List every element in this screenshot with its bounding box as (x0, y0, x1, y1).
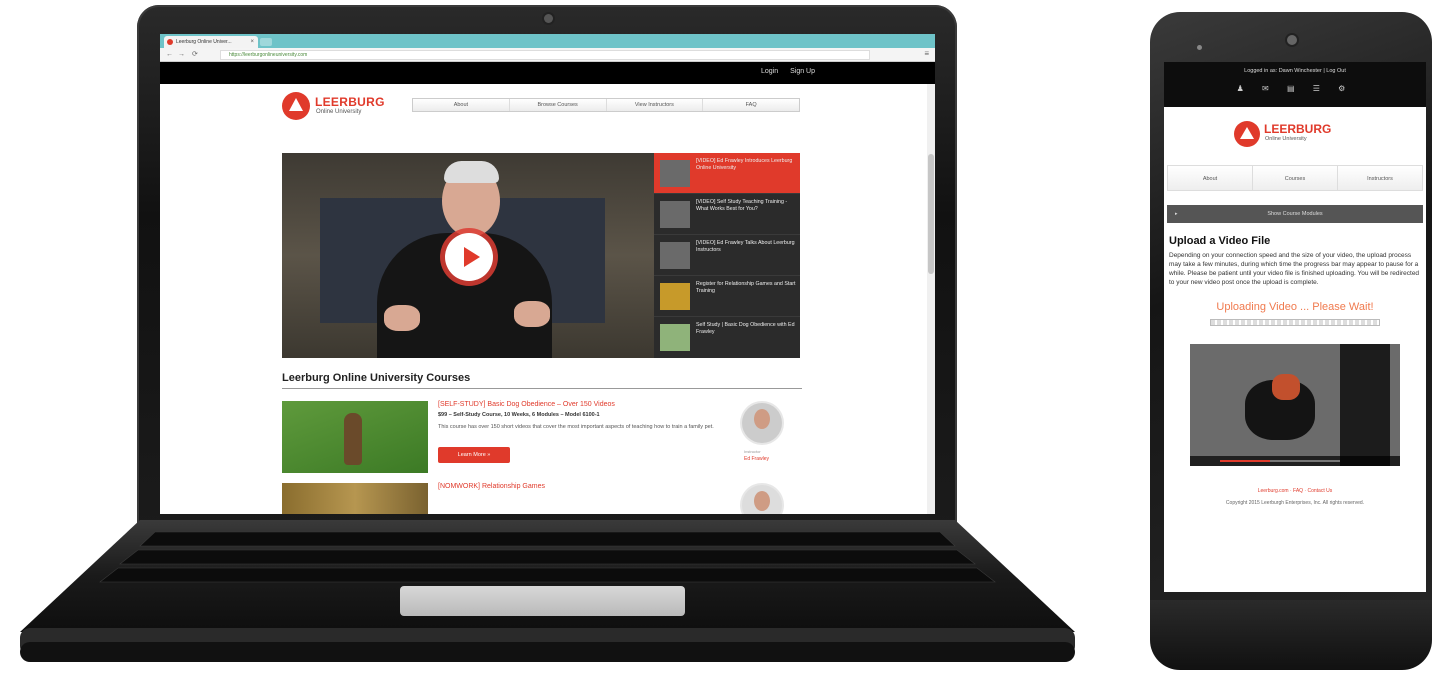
mobile-toolbar-icons[interactable]: ♟ ✉ ▤ ☰ ⚙ (1164, 84, 1426, 93)
upload-progress-bar (1210, 319, 1380, 326)
playlist-thumbnail (660, 201, 690, 228)
video-player[interactable] (282, 153, 654, 358)
new-tab-button[interactable] (260, 38, 272, 46)
logo-subtitle: Online University (316, 109, 362, 115)
browser-menu-icon[interactable]: ≡ (924, 49, 929, 58)
playlist-item-title: [VIDEO] Self Study Teaching Training - W… (696, 199, 788, 212)
logo-name[interactable]: LEERBURG (1264, 122, 1331, 136)
upload-instructions: Depending on your connection speed and t… (1169, 252, 1420, 286)
instructor-avatar[interactable] (742, 485, 782, 514)
featured-video-section: [VIDEO] Ed Frawley Introduces Leerburg O… (282, 153, 802, 358)
uploaded-video-player[interactable] (1190, 344, 1400, 466)
course-meta: $99 – Self-Study Course, 10 Weeks, 6 Mod… (438, 412, 600, 418)
footer-links[interactable]: Leerburg.com · FAQ · Contact Us (1164, 488, 1426, 494)
uploading-status: Uploading Video ... Please Wait! (1216, 301, 1374, 313)
nav-instructors[interactable]: Instructors (1338, 166, 1422, 190)
nav-courses[interactable]: Courses (1253, 166, 1338, 190)
trainer-figure (1340, 344, 1390, 466)
leerburg-logo-icon[interactable] (1234, 121, 1260, 147)
playlist-item-title: Self Study | Basic Dog Obedience with Ed… (696, 322, 795, 335)
logged-in-status[interactable]: Logged in as: Dawn Winchester | Log Out (1164, 68, 1426, 74)
browser-tab-bar: Leerburg Online Univer... × (160, 34, 935, 48)
mobile-header: LEERBURG Online University (1164, 107, 1426, 165)
url-input[interactable]: https://leerburgonlineuniversity.com (220, 50, 870, 60)
presenter-hand-left (384, 305, 420, 331)
nav-view-instructors[interactable]: View Instructors (607, 99, 704, 111)
mobile-nav: About Courses Instructors (1167, 165, 1423, 191)
learn-more-button[interactable]: Learn More » (438, 447, 510, 463)
presenter-hair (444, 161, 499, 183)
copyright-text: Copyright 2015 Leerburgh Enterprises, In… (1225, 500, 1365, 506)
nav-about[interactable]: About (1168, 166, 1253, 190)
browser-address-bar: ← → ⟳ https://leerburgonlineuniversity.c… (160, 48, 935, 62)
playlist-item[interactable]: Self Study | Basic Dog Obedience with Ed… (654, 317, 800, 358)
browser-tab[interactable]: Leerburg Online Univer... × (164, 36, 258, 48)
video-seek-progress (1220, 460, 1270, 462)
signup-link[interactable]: Sign Up (790, 68, 815, 75)
phone-bottom (1150, 600, 1432, 670)
reload-icon[interactable]: ⟳ (192, 50, 198, 60)
playlist-item-title: [VIDEO] Ed Frawley Talks About Leerburg … (696, 240, 795, 253)
caret-right-icon: ▸ (1175, 211, 1178, 217)
course-card: [NOMWORK] Relationship Games (282, 483, 802, 514)
logo-subtitle: Online University (1265, 136, 1307, 142)
site-content: LEERBURG Online University About Browse … (282, 84, 802, 514)
show-course-modules-label: Show Course Modules (1267, 211, 1323, 217)
nav-about[interactable]: About (413, 99, 510, 111)
playlist-thumbnail (660, 324, 690, 351)
dog-figure (344, 413, 362, 465)
course-title-link[interactable]: [NOMWORK] Relationship Games (438, 483, 545, 490)
playlist-thumbnail (660, 283, 690, 310)
course-thumbnail[interactable] (282, 483, 428, 514)
main-nav: About Browse Courses View Instructors FA… (412, 98, 800, 112)
show-course-modules-button[interactable]: ▸ Show Course Modules (1167, 205, 1423, 223)
close-icon[interactable]: × (250, 36, 254, 48)
play-icon[interactable] (445, 233, 493, 281)
course-card: [SELF-STUDY] Basic Dog Obedience – Over … (282, 401, 802, 487)
dog-face (1272, 374, 1300, 400)
video-controls[interactable] (1190, 456, 1400, 466)
laptop-camera (544, 14, 553, 23)
playlist-item[interactable]: [VIDEO] Ed Frawley Talks About Leerburg … (654, 235, 800, 276)
browser-tab-title: Leerburg Online Univer... (176, 39, 232, 45)
laptop-trackpad (400, 586, 685, 616)
playlist-thumbnail (660, 160, 690, 187)
video-playlist: [VIDEO] Ed Frawley Introduces Leerburg O… (654, 153, 800, 358)
playlist-item[interactable]: Register for Relationship Games and Star… (654, 276, 800, 317)
instructor-name-link[interactable]: Ed Frawley (744, 456, 769, 462)
logo-name[interactable]: LEERBURG (315, 95, 385, 109)
nav-browse-courses[interactable]: Browse Courses (510, 99, 607, 111)
playlist-item[interactable]: [VIDEO] Self Study Teaching Training - W… (654, 194, 800, 235)
login-link[interactable]: Login (761, 68, 778, 75)
site-top-bar: Login Sign Up (160, 62, 935, 84)
mobile-top-bar: Logged in as: Dawn Winchester | Log Out … (1164, 62, 1426, 107)
scrollbar-thumb[interactable] (928, 154, 934, 274)
site-header: LEERBURG Online University About Browse … (282, 84, 802, 128)
instructor-avatar[interactable] (742, 403, 782, 443)
playlist-item-title: Register for Relationship Games and Star… (696, 281, 796, 294)
playlist-item[interactable]: [VIDEO] Ed Frawley Introduces Leerburg O… (654, 153, 800, 194)
leerburg-logo-icon[interactable] (282, 92, 310, 120)
favicon-icon (167, 39, 173, 45)
laptop-screen: Leerburg Online Univer... × ← → ⟳ https:… (160, 34, 935, 514)
course-thumbnail[interactable] (282, 401, 428, 473)
phone-camera (1287, 35, 1297, 45)
playlist-item-title: [VIDEO] Ed Frawley Introduces Leerburg O… (696, 158, 793, 171)
forward-icon[interactable]: → (178, 50, 185, 60)
course-description: This course has over 150 short videos th… (438, 424, 714, 430)
courses-heading: Leerburg Online University Courses (282, 372, 802, 389)
presenter-hand-right (514, 301, 550, 327)
nav-faq[interactable]: FAQ (703, 99, 799, 111)
playlist-thumbnail (660, 242, 690, 269)
page-scrollbar[interactable] (927, 84, 935, 514)
phone-sensor (1197, 45, 1202, 50)
instructor-role: Instructor (744, 449, 761, 454)
course-title-link[interactable]: [SELF-STUDY] Basic Dog Obedience – Over … (438, 401, 615, 408)
back-icon[interactable]: ← (166, 50, 173, 60)
upload-heading: Upload a Video File (1169, 235, 1271, 247)
phone-screen: Logged in as: Dawn Winchester | Log Out … (1164, 62, 1426, 592)
